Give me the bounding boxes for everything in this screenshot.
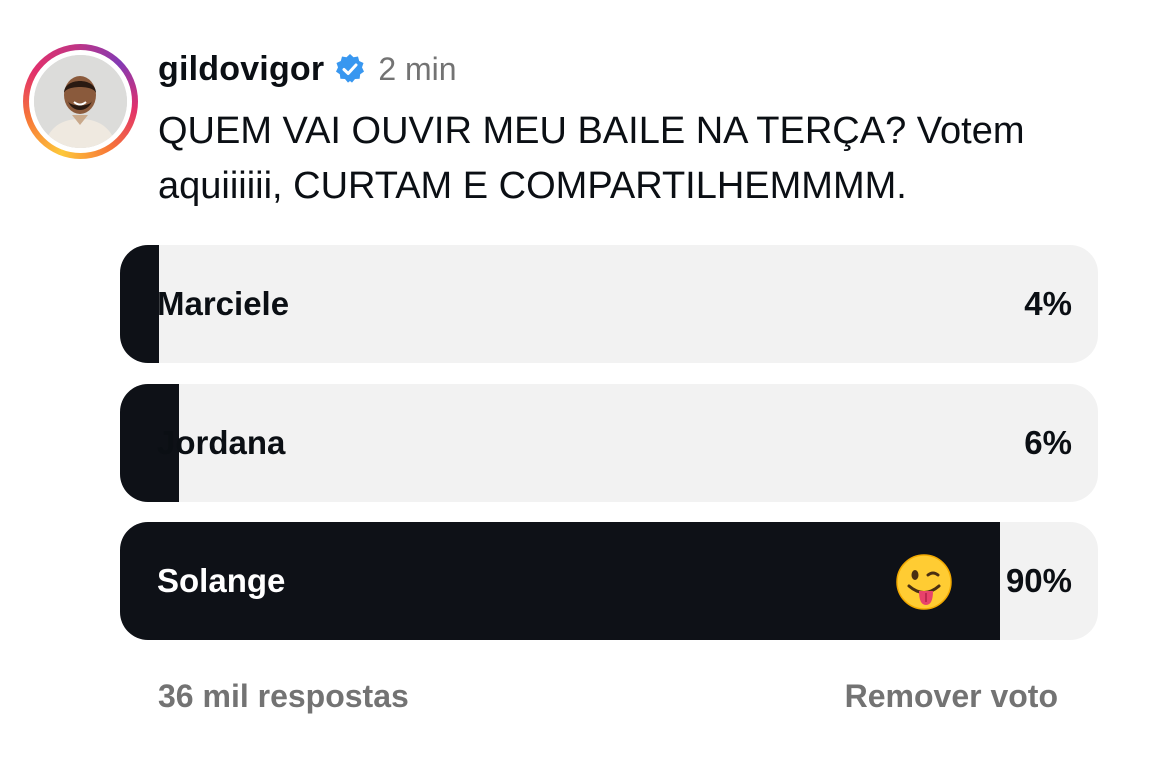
poll-option-fill: [120, 245, 160, 363]
poll-option-marciele[interactable]: Marciele 4%: [120, 245, 1098, 363]
poll-option-solange[interactable]: Solange 90%: [120, 522, 1098, 640]
post-time: 2 min: [378, 50, 457, 87]
poll-option-jordana[interactable]: Jordana 6%: [120, 384, 1098, 502]
avatar[interactable]: [34, 55, 127, 148]
username[interactable]: gildovigor: [158, 50, 324, 89]
remove-vote-button[interactable]: Remover voto: [845, 678, 1058, 715]
poll-option-percent: 6%: [1024, 424, 1072, 461]
winking-face-with-tongue-icon: [895, 553, 953, 611]
avatar-ring-gap: [29, 50, 132, 153]
poll-option-label: Jordana: [157, 424, 286, 461]
poll-option-percent: 90%: [1005, 562, 1072, 599]
post-text: QUEM VAI OUVIR MEU BAILE NA TERÇA? Votem…: [158, 110, 1025, 207]
poll-option-label: Solange: [157, 562, 286, 599]
avatar-story-ring[interactable]: [23, 44, 138, 159]
poll-option-percent: 4%: [1024, 285, 1072, 322]
verified-badge-icon: [334, 53, 366, 85]
poll-response-count: 36 mil respostas: [158, 678, 409, 714]
post-header: gildovigor 2 min: [158, 46, 457, 92]
poll-option-label: Marciele: [157, 285, 290, 322]
avatar-photo: [34, 55, 127, 148]
